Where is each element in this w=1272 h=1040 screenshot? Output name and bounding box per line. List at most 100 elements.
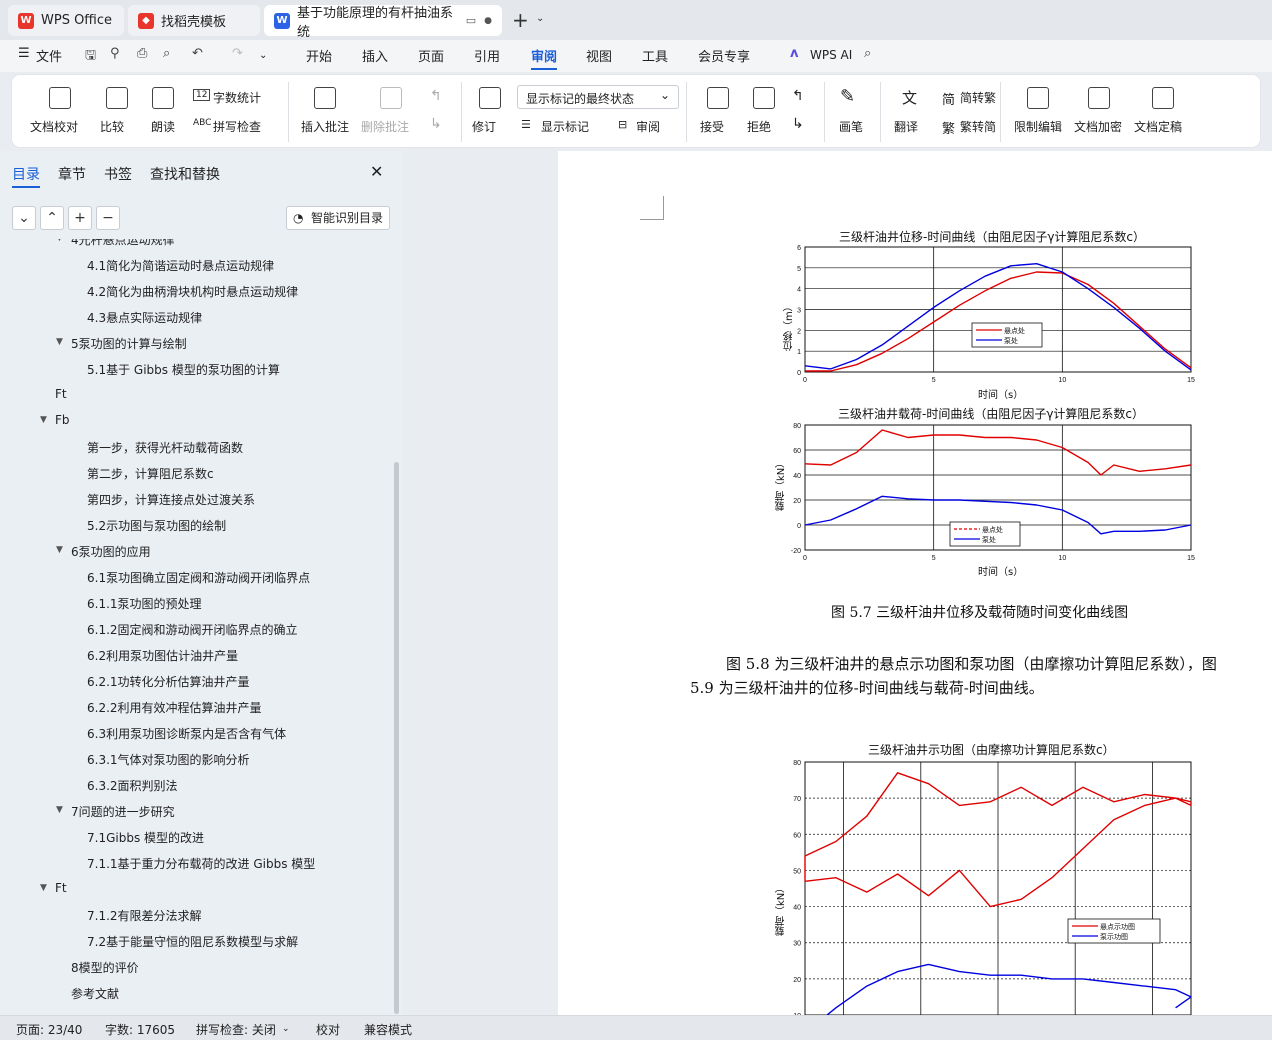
menu-insert[interactable]: 插入 [362, 46, 388, 65]
expand-all-button[interactable]: ⌃ [40, 206, 64, 230]
expand-toggle-icon[interactable]: ▼ [56, 545, 63, 555]
document-page[interactable]: 三级杆油井位移-时间曲线（由阻尼因子γ计算阻尼系数c） 位移（m） 时间（s） … [558, 151, 1272, 1015]
more-chevron-icon[interactable]: ⌄ [259, 50, 267, 61]
chevron-down-icon[interactable]: ⌄ [536, 13, 544, 24]
sidebar-tab-chapter[interactable]: 章节 [58, 164, 86, 184]
toc-item[interactable]: 6.3.1气体对泵功图的影响分析 [87, 751, 250, 768]
sidebar-scrollbar[interactable] [394, 462, 399, 1014]
expand-toggle-icon[interactable]: ▼ [40, 883, 47, 893]
toc-item[interactable]: 4.3悬点实际运动规律 [87, 309, 202, 326]
toc-item[interactable]: Ft [55, 387, 67, 401]
undo-icon[interactable]: ↶ [192, 46, 203, 61]
print-preview-icon[interactable]: ⌕ [163, 46, 170, 61]
spell-check-indicator[interactable]: 拼写检查: 关闭 [196, 1021, 276, 1038]
sidebar-tab-bookmark[interactable]: 书签 [104, 164, 132, 184]
new-tab-icon[interactable]: + [512, 8, 529, 32]
toc-item[interactable]: 4.2简化为曲柄滑块机构时悬点运动规律 [87, 283, 298, 300]
compare-button[interactable]: 比较 [100, 118, 124, 135]
toc-item[interactable]: 第二步，计算阻尼系数c [87, 465, 214, 482]
add-heading-button[interactable]: + [68, 206, 92, 230]
delete-comment-button[interactable]: 删除批注 [361, 118, 409, 135]
expand-toggle-icon[interactable]: ▼ [56, 239, 63, 243]
toc-item[interactable]: 4.1简化为简谐运动时悬点运动规律 [87, 257, 274, 274]
toc-item[interactable]: 第四步，计算连接点处过渡关系 [87, 491, 255, 508]
toc-item[interactable]: 7.2基于能量守恒的阻尼系数模型与求解 [87, 933, 298, 950]
save-icon[interactable]: 🖫 [85, 46, 96, 68]
show-markup-button[interactable]: 显示标记 [541, 118, 589, 135]
track-changes-button[interactable]: 修订 [472, 118, 496, 135]
to-simplified-button[interactable]: 繁转简 [960, 118, 996, 135]
spell-check-button[interactable]: 拼写检查 [213, 118, 261, 135]
toc-item[interactable]: 5泵功图的计算与绘制 [71, 335, 187, 352]
proofread-button[interactable]: 文档校对 [30, 118, 78, 135]
smart-toc-button[interactable]: ◔ 智能识别目录 [286, 206, 390, 230]
collapse-all-button[interactable]: ⌄ [12, 206, 36, 230]
expand-toggle-icon[interactable]: ▼ [56, 805, 63, 815]
menu-reference[interactable]: 引用 [474, 46, 500, 65]
tab-docer-templates[interactable]: ◆ 找稻壳模板 [128, 5, 260, 36]
toc-item[interactable]: 7问题的进一步研究 [71, 803, 175, 820]
print-icon[interactable]: ⎙ [137, 46, 147, 61]
toc-item[interactable]: 7.1.2有限差分法求解 [87, 907, 202, 924]
toc-item[interactable]: 6.2.1功转化分析估算油井产量 [87, 673, 250, 690]
remove-heading-button[interactable]: − [96, 206, 120, 230]
compat-mode-indicator[interactable]: 兼容模式 [364, 1021, 412, 1038]
toc-item[interactable]: 6泵功图的应用 [71, 543, 151, 560]
toc-item[interactable]: 6.2.2利用有效冲程估算油井产量 [87, 699, 262, 716]
restrict-edit-button[interactable]: 限制编辑 [1014, 118, 1062, 135]
toc-item[interactable]: 第一步，获得光杆动载荷函数 [87, 439, 243, 456]
toc-item[interactable]: Ft [55, 881, 67, 895]
redo-icon[interactable]: ↷ [232, 46, 243, 61]
toc-item[interactable]: 5.1基于 Gibbs 模型的泵功图的计算 [87, 361, 280, 378]
to-traditional-button[interactable]: 简转繁 [960, 89, 996, 106]
word-count-indicator[interactable]: 字数: 17605 [105, 1021, 175, 1038]
finalize-button[interactable]: 文档定稿 [1134, 118, 1182, 135]
encrypt-button[interactable]: 文档加密 [1074, 118, 1122, 135]
review-pane-button[interactable]: 审阅 [636, 118, 660, 135]
search-icon[interactable]: ⌕ [864, 46, 871, 61]
toc-item[interactable]: 6.2利用泵功图估计油井产量 [87, 647, 238, 664]
toc-item[interactable]: 参考文献 [71, 985, 119, 1002]
export-icon[interactable]: ⚲ [110, 46, 120, 61]
accept-button[interactable]: 接受 [700, 118, 724, 135]
next-comment-icon[interactable]: ↳ [430, 116, 442, 132]
screen-icon[interactable]: ▭ [466, 14, 476, 27]
word-count-button[interactable]: 字数统计 [213, 89, 261, 106]
tab-wps-office[interactable]: W WPS Office [8, 5, 124, 36]
toc-item[interactable]: 7.1.1基于重力分布载荷的改进 Gibbs 模型 [87, 855, 315, 872]
next-change-icon[interactable]: ↳ [792, 116, 804, 132]
toc-item[interactable]: 6.1.1泵功图的预处理 [87, 595, 202, 612]
expand-toggle-icon[interactable]: ▼ [56, 337, 63, 347]
menu-wps-ai[interactable]: WPS AI [810, 48, 852, 62]
close-icon[interactable]: ✕ [370, 162, 383, 181]
toc-item[interactable]: 6.3利用泵功图诊断泵内是否含有气体 [87, 725, 286, 742]
markup-state-select[interactable]: 显示标记的最终状态 ⌄ [517, 85, 679, 109]
menu-file[interactable]: 文件 [36, 46, 62, 65]
menu-tools[interactable]: 工具 [642, 46, 668, 65]
toc-item[interactable]: 4光杆悬点运动规律 [71, 239, 175, 248]
menu-start[interactable]: 开始 [306, 46, 332, 65]
prev-comment-icon[interactable]: ↰ [430, 88, 442, 104]
toc-item[interactable]: 6.1泵功图确立固定阀和游动阀开闭临界点 [87, 569, 310, 586]
insert-comment-button[interactable]: 插入批注 [301, 118, 349, 135]
menu-review[interactable]: 审阅 [531, 46, 557, 65]
sidebar-tab-toc[interactable]: 目录 [12, 164, 40, 184]
toc-item[interactable]: 8模型的评价 [71, 959, 139, 976]
pen-button[interactable]: 画笔 [839, 118, 863, 135]
prev-change-icon[interactable]: ↰ [792, 88, 804, 104]
translate-button[interactable]: 翻译 [894, 118, 918, 135]
toc-item[interactable]: 6.1.2固定阀和游动阀开闭临界点的确立 [87, 621, 298, 638]
read-aloud-button[interactable]: 朗读 [151, 118, 175, 135]
reject-button[interactable]: 拒绝 [747, 118, 771, 135]
toc-item[interactable]: Fb [55, 413, 70, 427]
proofread-indicator[interactable]: 校对 [316, 1021, 340, 1038]
expand-toggle-icon[interactable]: ▼ [40, 415, 47, 425]
chevron-down-icon[interactable]: ⌄ [282, 1024, 290, 1034]
menu-view[interactable]: 视图 [586, 46, 612, 65]
menu-member[interactable]: 会员专享 [698, 46, 750, 65]
sidebar-tab-find-replace[interactable]: 查找和替换 [150, 164, 220, 184]
hamburger-menu-icon[interactable]: ☰ [18, 46, 30, 61]
toc-item[interactable]: 5.2示功图与泵功图的绘制 [87, 517, 226, 534]
toc-item[interactable]: 6.3.2面积判别法 [87, 777, 178, 794]
menu-page[interactable]: 页面 [418, 46, 444, 65]
